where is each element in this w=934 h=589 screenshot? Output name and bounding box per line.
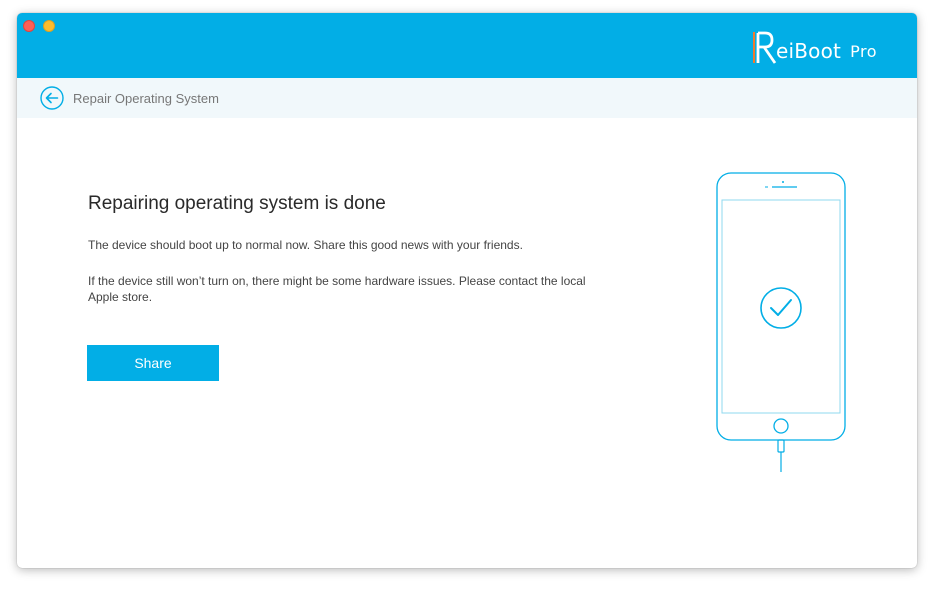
hardware-notice: If the device still won’t turn on, there… <box>88 274 586 304</box>
app-window: eiBoot Pro Repair Operating System Repai… <box>17 13 917 568</box>
brand-edition: Pro <box>850 42 877 61</box>
page-title: Repair Operating System <box>73 91 219 106</box>
minimize-window-button[interactable] <box>43 20 55 32</box>
brand-name: eiBoot <box>776 39 842 63</box>
result-description: The device should boot up to normal now.… <box>88 238 523 252</box>
checkmark-circle-icon <box>760 287 802 329</box>
brand-logo: eiBoot Pro <box>751 29 877 65</box>
title-bar: eiBoot Pro <box>17 13 917 78</box>
result-heading: Repairing operating system is done <box>88 193 386 214</box>
arrow-left-circle-icon[interactable] <box>40 86 64 110</box>
close-window-button[interactable] <box>23 20 35 32</box>
navigation-bar: Repair Operating System <box>17 78 917 118</box>
lightning-cable-icon <box>777 439 785 472</box>
reiboot-logo-icon <box>753 31 777 64</box>
phone-icon <box>716 172 846 472</box>
share-button[interactable]: Share <box>87 345 219 381</box>
